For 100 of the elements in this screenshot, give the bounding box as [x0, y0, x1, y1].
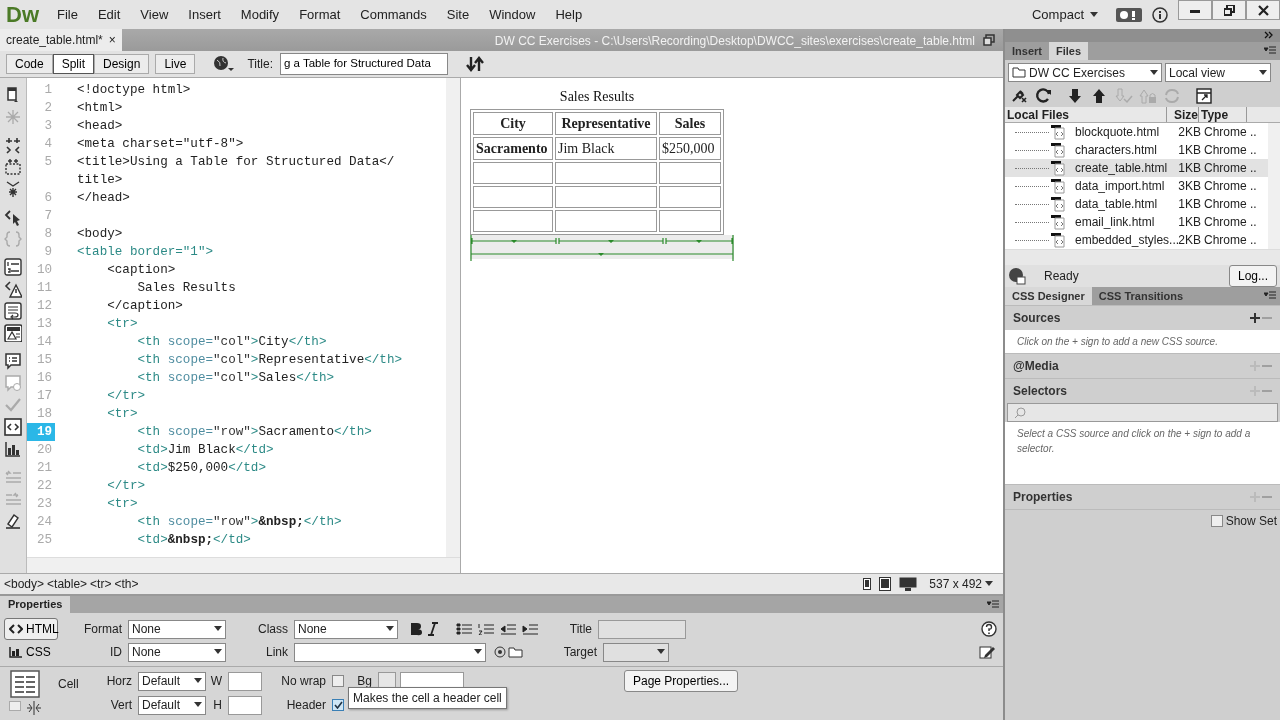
page-properties-button[interactable]: Page Properties...	[624, 670, 739, 692]
outdent-icon[interactable]	[500, 623, 516, 635]
numbered-list-icon[interactable]	[4, 258, 22, 276]
error-icon[interactable]	[4, 324, 22, 342]
expand-icon[interactable]	[1195, 87, 1213, 105]
menu-item[interactable]: Help	[545, 4, 593, 25]
tag-selector-item[interactable]: <table>	[47, 575, 88, 593]
cursor-icon[interactable]	[4, 208, 22, 226]
info-icon[interactable]	[1152, 6, 1168, 23]
collapse-icon[interactable]	[1264, 31, 1274, 39]
restore-button[interactable]	[1212, 0, 1246, 20]
checkbox[interactable]	[332, 699, 344, 711]
plus-icon[interactable]	[1250, 313, 1260, 323]
folder-icon[interactable]	[508, 646, 523, 658]
panel-tab[interactable]: CSS Designer	[1005, 287, 1092, 305]
tag-selector-item[interactable]: <th>	[114, 575, 139, 593]
dashed-box-icon[interactable]	[4, 158, 22, 176]
search-field[interactable]	[1007, 403, 1278, 422]
restore-icon[interactable]	[983, 34, 995, 46]
column-header[interactable]: Local Files	[1005, 107, 1167, 122]
view-button[interactable]: Design	[94, 54, 150, 74]
tablet-icon[interactable]	[879, 577, 892, 591]
log-button[interactable]: Log...	[1228, 265, 1277, 287]
document-tab[interactable]: create_table.html* ×	[0, 29, 122, 51]
menu-item[interactable]: Site	[436, 4, 480, 25]
arrows-icon[interactable]	[4, 136, 22, 154]
disconnect-icon[interactable]	[1011, 87, 1029, 105]
height-input[interactable]	[228, 695, 262, 715]
bold-icon[interactable]	[410, 622, 422, 636]
mode-button[interactable]: HTML	[4, 618, 58, 640]
menu-item[interactable]: View	[130, 4, 179, 25]
width-input[interactable]	[228, 671, 262, 691]
target-dropdown[interactable]	[603, 642, 669, 662]
tag-selector-item[interactable]: <body>	[4, 575, 45, 593]
checkbox[interactable]	[332, 675, 344, 687]
column-header[interactable]: Size	[1167, 107, 1199, 122]
file-row[interactable]: characters.html 1KB Chrome ..	[1005, 141, 1268, 159]
title-field[interactable]: g a Table for Structured Data	[279, 53, 448, 75]
checkbox[interactable]	[1210, 514, 1223, 527]
chart-icon[interactable]	[4, 440, 22, 458]
indent-icon[interactable]	[522, 623, 538, 635]
menu-item[interactable]: Edit	[87, 4, 131, 25]
scrollbar[interactable]	[1005, 249, 1280, 265]
menu-item[interactable]: Format	[289, 4, 351, 25]
checkmark-icon[interactable]	[4, 396, 22, 414]
file-row[interactable]: embedded_styles...2KB Chrome ..	[1005, 231, 1268, 249]
refresh-icon[interactable]	[1035, 87, 1053, 105]
swap-icon[interactable]	[465, 55, 484, 73]
mode-button[interactable]: CSS	[4, 641, 58, 663]
workspace-switcher[interactable]: Compact	[1031, 4, 1098, 25]
column-header[interactable]: Type	[1199, 107, 1247, 122]
view-dropdown[interactable]: Local view	[1165, 63, 1271, 82]
close-tab-button[interactable]: ×	[108, 31, 116, 49]
minimize-button[interactable]	[1178, 0, 1212, 20]
wrap-icon[interactable]	[4, 302, 22, 320]
menu-item[interactable]: File	[47, 4, 88, 25]
globe-icon[interactable]	[213, 55, 236, 73]
panel-menu-icon[interactable]	[1264, 46, 1276, 56]
comment-icon[interactable]	[4, 352, 22, 370]
format-dropdown[interactable]: None	[128, 619, 226, 639]
edit-icon[interactable]	[979, 644, 995, 660]
scrollbar[interactable]	[27, 557, 460, 573]
menu-item[interactable]: Insert	[178, 4, 231, 25]
bulleted-list-icon[interactable]	[456, 623, 472, 635]
view-button[interactable]: Split	[52, 54, 95, 74]
file-row[interactable]: email_link.html 1KB Chrome ..	[1005, 213, 1268, 231]
vert-dropdown[interactable]: Default	[138, 695, 206, 715]
warning-icon[interactable]	[4, 280, 22, 298]
panel-tab[interactable]: Insert	[1005, 42, 1049, 60]
menu-item[interactable]: Commands	[350, 4, 437, 25]
panel-tab[interactable]: Properties	[0, 596, 71, 613]
link-field[interactable]	[294, 642, 486, 662]
horz-dropdown[interactable]: Default	[138, 671, 206, 691]
menu-item[interactable]: Window	[479, 4, 546, 25]
code-icon[interactable]	[4, 418, 22, 436]
file-row[interactable]: blockquote.html 2KB Chrome ..	[1005, 123, 1268, 141]
close-button[interactable]	[1246, 0, 1280, 20]
panel-menu-icon[interactable]	[1264, 291, 1276, 301]
view-button[interactable]: Live	[155, 54, 196, 74]
monitor-icon[interactable]	[899, 577, 918, 591]
scrollbar[interactable]	[1268, 123, 1280, 249]
split-cells-icon[interactable]	[27, 701, 41, 715]
site-dropdown[interactable]: DW CC Exercises	[1008, 63, 1162, 82]
target-icon[interactable]	[494, 646, 506, 658]
panel-tab[interactable]: CSS Transitions	[1091, 287, 1191, 305]
scrollbar[interactable]	[446, 78, 460, 557]
tag-selector-item[interactable]: <tr>	[90, 575, 112, 593]
panel-tab[interactable]: Files	[1048, 42, 1089, 60]
window-size-menu[interactable]: 537 x 492	[929, 575, 993, 593]
brush-icon[interactable]	[4, 512, 22, 530]
help-icon[interactable]	[981, 621, 997, 637]
file-row[interactable]: create_table.html 1KB Chrome ..	[1005, 159, 1268, 177]
phone-icon[interactable]	[863, 578, 872, 590]
file-row[interactable]: data_import.html 3KB Chrome ..	[1005, 177, 1268, 195]
view-button[interactable]: Code	[6, 54, 53, 74]
class-dropdown[interactable]: None	[294, 619, 398, 639]
panel-menu-icon[interactable]	[987, 599, 999, 610]
italic-icon[interactable]	[428, 622, 438, 636]
merge-cells-icon[interactable]	[9, 701, 21, 711]
arrows-star-icon[interactable]	[4, 180, 22, 198]
